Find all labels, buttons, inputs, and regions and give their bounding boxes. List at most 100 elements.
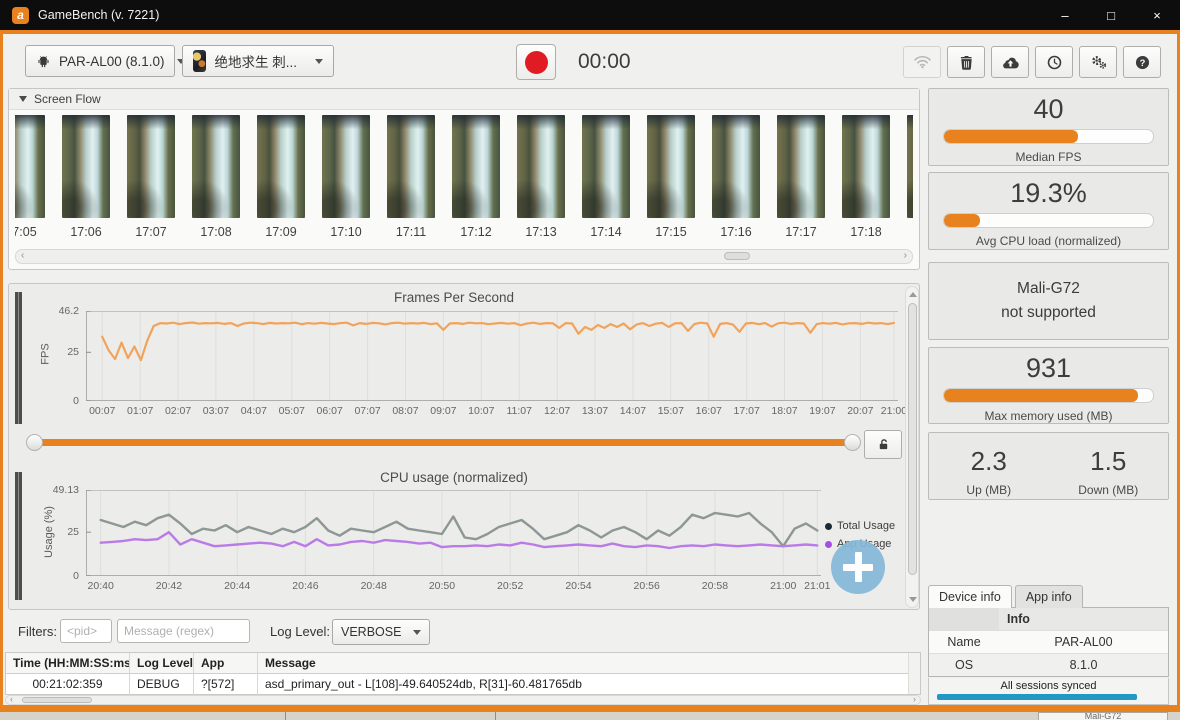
slider-handle-right[interactable] [844, 434, 861, 451]
trash-button[interactable] [947, 46, 985, 78]
info-table: InfoNamePAR-AL00OS8.1.0 [928, 607, 1169, 677]
thumbnail-timestamp: 17:10 [322, 225, 370, 239]
scroll-up-icon[interactable] [909, 292, 917, 297]
trash-icon [960, 55, 973, 70]
timeline-range-slider[interactable] [34, 439, 852, 446]
minimize-button[interactable]: – [1042, 0, 1088, 30]
fps-chart [86, 311, 898, 401]
maximize-button[interactable]: □ [1088, 0, 1134, 30]
thumbnail-timestamp: 17:17 [777, 225, 825, 239]
y-tick-label: 0 [73, 570, 79, 582]
thumbnail-timestamp: 17:19 [907, 225, 913, 239]
svg-text:?: ? [1139, 57, 1145, 67]
log-level-dropdown[interactable]: VERBOSE [332, 619, 430, 645]
x-tick-label: 03:07 [203, 405, 229, 417]
slider-handle-left[interactable] [26, 434, 43, 451]
x-tick-label: 08:07 [392, 405, 418, 417]
stat-label: Avg CPU load (normalized) [929, 234, 1168, 248]
thumbnail-timestamp: 17:15 [647, 225, 695, 239]
scroll-right-icon[interactable]: › [904, 250, 907, 262]
screen-flow-scrollbar[interactable]: ‹ › [15, 249, 913, 264]
screen-thumbnail[interactable] [15, 115, 45, 218]
fps-chart-title: Frames Per Second [9, 290, 899, 305]
scroll-down-icon[interactable] [909, 597, 917, 602]
x-tick-label: 21:00 [881, 405, 907, 417]
help-button[interactable]: ? [1123, 46, 1161, 78]
thumbnail-timestamp: 17:11 [387, 225, 435, 239]
app-logo-icon: a [12, 7, 29, 24]
stat-value: 19.3% [929, 178, 1168, 209]
message-filter-input[interactable] [117, 619, 250, 643]
thumbnail-timestamp: 17:14 [582, 225, 630, 239]
log-level-value: VERBOSE [341, 625, 401, 639]
history-clock-button[interactable] [1035, 46, 1073, 78]
title-bar: a GameBench (v. 7221) –□× [0, 0, 1180, 30]
x-tick-label: 20:40 [88, 580, 114, 592]
screen-thumbnail[interactable] [907, 115, 913, 218]
screen-thumbnail[interactable] [582, 115, 630, 218]
settings-gears-button[interactable] [1079, 46, 1117, 78]
lock-range-button[interactable] [864, 430, 902, 459]
screen-thumbnail[interactable] [192, 115, 240, 218]
screen-thumbnail[interactable] [452, 115, 500, 218]
x-tick-label: 18:07 [771, 405, 797, 417]
charts-scrollbar[interactable] [905, 286, 919, 608]
log-column-header[interactable]: App [194, 653, 258, 673]
scroll-right-icon[interactable]: › [913, 694, 916, 704]
app-selector-dropdown[interactable]: 绝地求生 刺... [182, 45, 334, 77]
stat-progress-bar [943, 388, 1154, 403]
screen-thumbnail[interactable] [777, 115, 825, 218]
x-tick-label: 20:07 [847, 405, 873, 417]
screen-thumbnail[interactable] [322, 115, 370, 218]
screen-thumbnail[interactable] [647, 115, 695, 218]
log-column-header[interactable]: Log Level [130, 653, 194, 673]
log-table-header: Time (HH:MM:SS:ms)Log LevelAppMessage [6, 653, 920, 674]
screen-thumbnail[interactable] [387, 115, 435, 218]
stat-value: 931 [929, 353, 1168, 384]
log-column-header[interactable]: Time (HH:MM:SS:ms) [6, 653, 130, 673]
cloud-upload-button[interactable] [991, 46, 1029, 78]
window-controls: –□× [1042, 0, 1180, 30]
scroll-left-icon[interactable]: ‹ [10, 694, 13, 704]
log-horizontal-scrollbar[interactable]: ‹ › [5, 695, 921, 705]
log-row[interactable]: 00:21:02:359DEBUG?[572]asd_primary_out -… [6, 674, 920, 695]
wifi-button [903, 46, 941, 78]
legend-item: Total Usage [825, 520, 895, 532]
chart-drag-handle[interactable] [15, 472, 25, 600]
screen-thumbnail[interactable] [62, 115, 110, 218]
android-icon [36, 54, 51, 69]
x-tick-label: 05:07 [279, 405, 305, 417]
x-tick-label: 07:07 [354, 405, 380, 417]
window-border-bottom [0, 705, 1180, 712]
stat-label: Max memory used (MB) [929, 409, 1168, 423]
screen-thumbnail[interactable] [517, 115, 565, 218]
close-button[interactable]: × [1134, 0, 1180, 30]
record-button[interactable] [516, 44, 556, 80]
device-selector-dropdown[interactable]: PAR-AL00 (8.1.0) [25, 45, 175, 77]
x-tick-label: 20:42 [156, 580, 182, 592]
chart-drag-handle[interactable] [15, 292, 25, 424]
info-row: OS8.1.0 [929, 654, 1168, 676]
x-tick-label: 19:07 [809, 405, 835, 417]
gpu-status-line: not supported [929, 301, 1168, 325]
tab-app-info[interactable]: App info [1015, 585, 1083, 608]
screen-thumbnail[interactable] [127, 115, 175, 218]
screen-thumbnail[interactable] [842, 115, 890, 218]
log-vertical-scrollbar[interactable] [908, 653, 920, 694]
scrollbar-thumb[interactable] [908, 303, 917, 575]
tab-device-info[interactable]: Device info [928, 585, 1012, 608]
pid-filter-input[interactable] [60, 619, 112, 643]
x-tick-label: 16:07 [696, 405, 722, 417]
scrollbar-thumb[interactable] [724, 252, 750, 260]
screen-thumbnail[interactable] [257, 115, 305, 218]
y-tick-label: 25 [67, 526, 79, 538]
x-tick-label: 04:07 [241, 405, 267, 417]
scroll-left-icon[interactable]: ‹ [21, 250, 24, 262]
app-selector-label: 绝地求生 刺... [214, 51, 297, 71]
log-column-header[interactable]: Message [258, 653, 920, 673]
screen-thumbnail[interactable] [712, 115, 760, 218]
add-chart-button[interactable] [831, 540, 885, 594]
sync-progress-bar [937, 694, 1137, 700]
scrollbar-thumb[interactable] [22, 697, 92, 703]
screen-flow-header[interactable]: Screen Flow [9, 89, 919, 110]
